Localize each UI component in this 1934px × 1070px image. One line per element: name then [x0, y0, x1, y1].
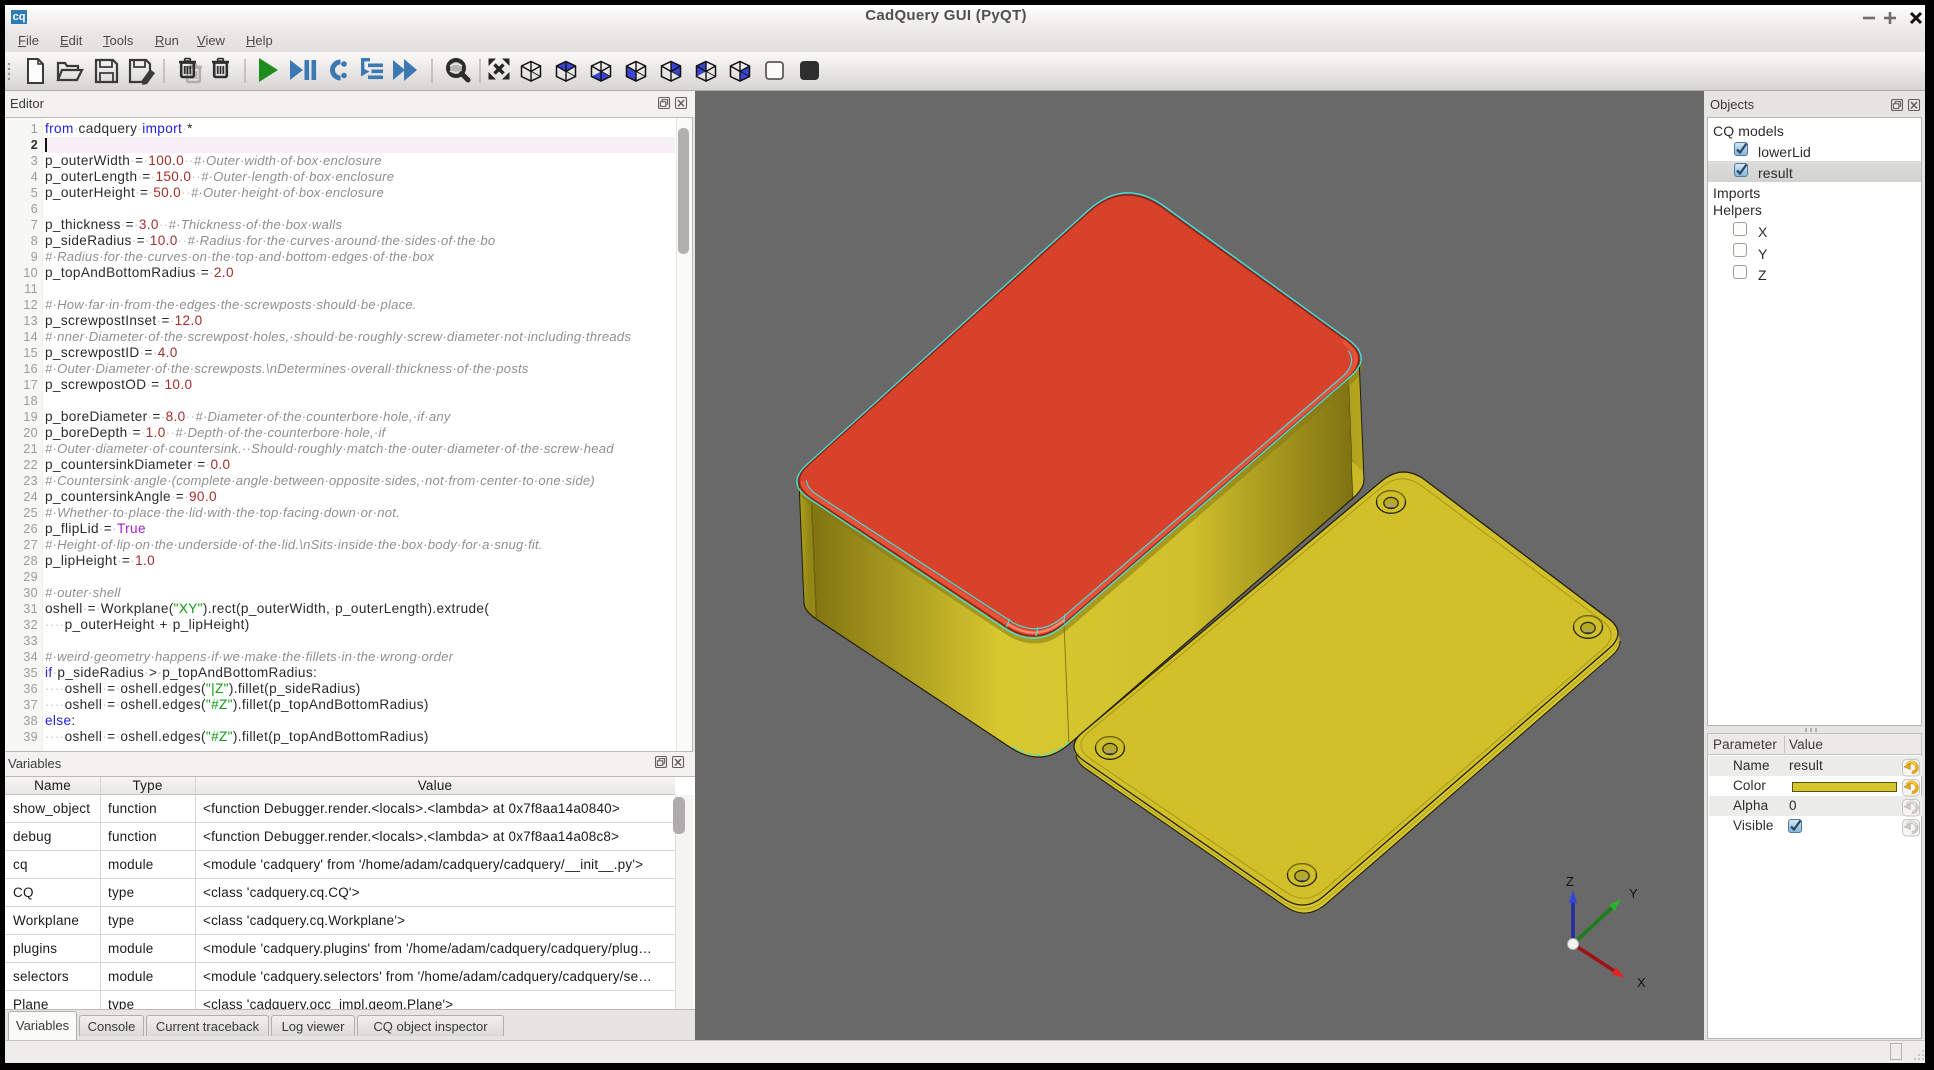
svg-text:Y: Y	[1629, 886, 1638, 901]
svg-text:X: X	[1637, 975, 1646, 990]
svg-text:Z: Z	[1566, 874, 1574, 889]
